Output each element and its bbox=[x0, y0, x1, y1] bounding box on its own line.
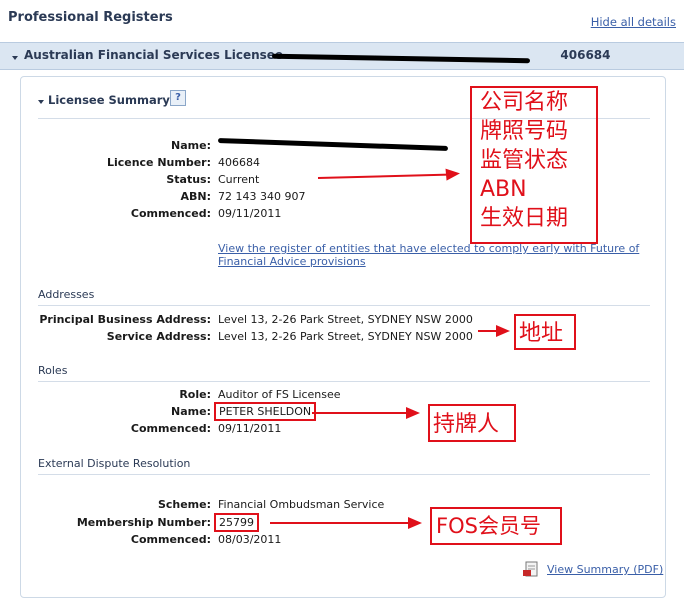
addresses-heading: Addresses bbox=[38, 288, 95, 301]
commenced-label: Commenced: bbox=[130, 207, 211, 220]
role-value: Auditor of FS Licensee bbox=[218, 388, 341, 401]
arrow-head-icon bbox=[406, 407, 420, 419]
annotation-effective-date: 生效日期 bbox=[480, 206, 569, 231]
help-icon[interactable]: ? bbox=[170, 90, 186, 106]
section-title-text: Australian Financial Services Licensee - bbox=[24, 48, 297, 62]
collapse-caret-icon[interactable] bbox=[12, 56, 18, 60]
role-commenced-value: 09/11/2011 bbox=[218, 422, 282, 435]
divider bbox=[38, 381, 650, 382]
arrow-holder bbox=[312, 412, 412, 414]
annotation-holder: 持牌人 bbox=[433, 412, 500, 437]
summary-caret-icon[interactable] bbox=[38, 100, 44, 104]
name-label: Name: bbox=[171, 139, 211, 152]
hide-all-details-link[interactable]: Hide all details bbox=[591, 15, 676, 29]
abn-value: 72 143 340 907 bbox=[218, 190, 306, 203]
view-summary-pdf-link[interactable]: View Summary (PDF) bbox=[547, 563, 663, 576]
scheme-label: Scheme: bbox=[157, 498, 211, 511]
service-address-label: Service Address: bbox=[106, 330, 211, 343]
role-name-value: PETER SHELDON bbox=[214, 402, 317, 421]
roles-heading: Roles bbox=[38, 364, 68, 377]
arrow-head-icon bbox=[408, 517, 422, 529]
scheme-value: Financial Ombudsman Service bbox=[218, 498, 385, 511]
divider bbox=[38, 305, 650, 306]
service-address-value: Level 13, 2-26 Park Street, SYDNEY NSW 2… bbox=[218, 330, 473, 343]
fofa-register-link-line2[interactable]: Financial Advice provisions bbox=[218, 255, 366, 268]
status-label: Status: bbox=[166, 173, 211, 186]
principal-address-value: Level 13, 2-26 Park Street, SYDNEY NSW 2… bbox=[218, 313, 473, 326]
role-label: Role: bbox=[179, 388, 211, 401]
licence-number-label: Licence Number: bbox=[106, 156, 211, 169]
arrow-head-icon bbox=[496, 325, 510, 337]
edr-commenced-value: 08/03/2011 bbox=[218, 533, 282, 546]
abn-label: ABN: bbox=[180, 190, 211, 203]
status-value: Current bbox=[218, 173, 260, 186]
edr-heading: External Dispute Resolution bbox=[38, 457, 191, 470]
role-name-label: Name: bbox=[171, 405, 211, 418]
arrow-head-icon bbox=[445, 167, 461, 181]
edr-commenced-label: Commenced: bbox=[130, 533, 211, 546]
role-commenced-label: Commenced: bbox=[130, 422, 211, 435]
annotation-company-name: 公司名称 bbox=[480, 90, 569, 115]
annotation-licence-number: 牌照号码 bbox=[480, 119, 569, 144]
arrow-fos bbox=[270, 522, 412, 524]
annotation-regulatory-status: 监管状态 bbox=[480, 148, 569, 173]
annotation-abn: ABN bbox=[480, 177, 527, 202]
pdf-document-icon[interactable] bbox=[522, 561, 540, 577]
annotation-fos: FOS会员号 bbox=[436, 514, 541, 538]
annotation-summary-text: 公司名称 牌照号码 监管状态 ABN 生效日期 bbox=[480, 88, 568, 233]
section-title-suffix: 406684 bbox=[560, 48, 611, 62]
commenced-value: 09/11/2011 bbox=[218, 207, 282, 220]
membership-number-value: 25799 bbox=[214, 513, 259, 532]
page-title: Professional Registers bbox=[8, 10, 173, 25]
membership-number-label: Membership Number: bbox=[76, 516, 211, 529]
licence-number-value: 406684 bbox=[218, 156, 260, 169]
licensee-summary-heading[interactable]: Licensee Summary bbox=[48, 93, 170, 107]
principal-address-label: Principal Business Address: bbox=[39, 313, 211, 326]
annotation-address: 地址 bbox=[519, 321, 564, 346]
divider bbox=[38, 474, 650, 475]
